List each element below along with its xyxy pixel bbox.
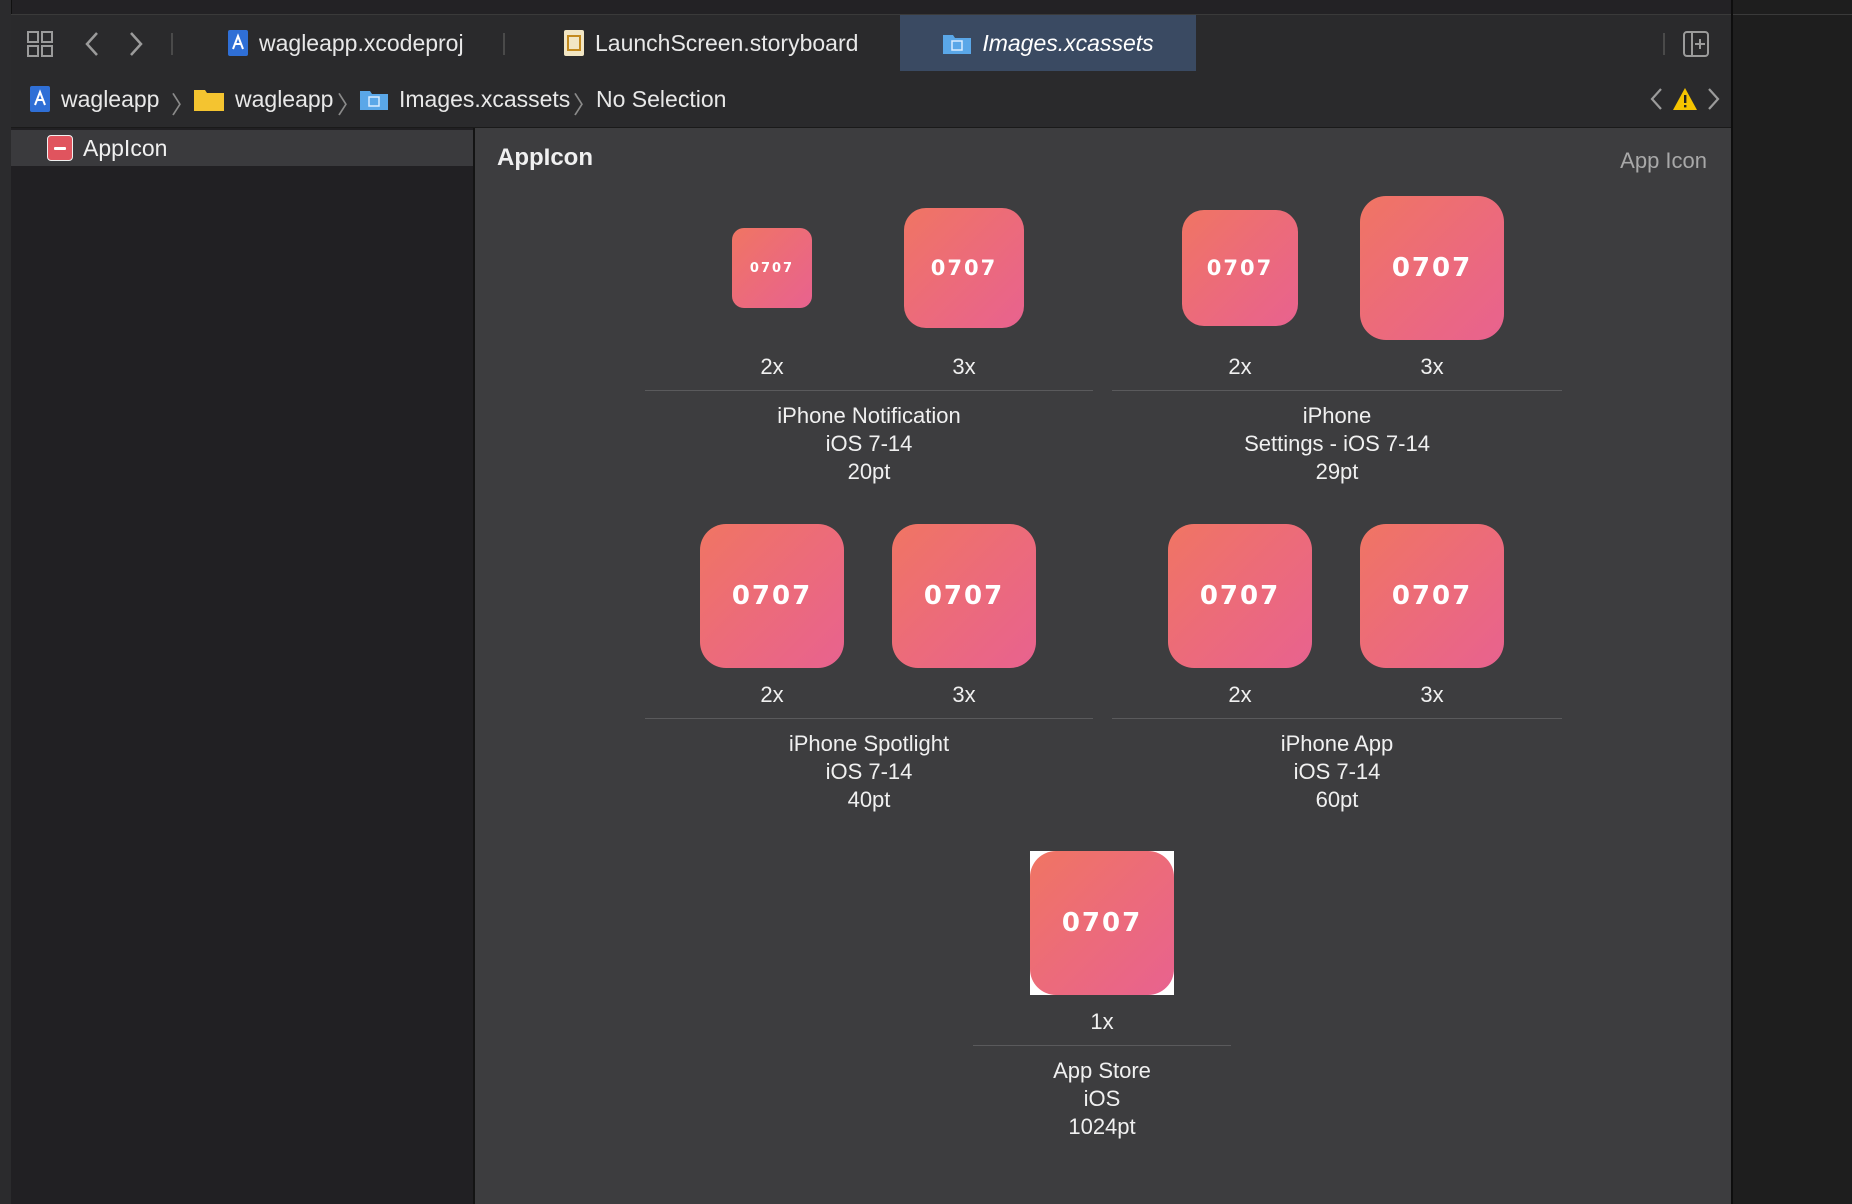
- group-label-spotlight: iPhone Spotlight iOS 7-14 40pt: [645, 730, 1093, 814]
- scale-label: 2x: [1228, 682, 1252, 707]
- chevron-right-icon: 〉: [573, 92, 597, 119]
- tab-images-xcassets[interactable]: Images.xcassets: [900, 15, 1196, 71]
- app-icon-image-slot[interactable]: 0707: [1182, 210, 1298, 326]
- asset-editor: AppIcon App Icon 0707 0707 2x 3x iPhone …: [475, 128, 1731, 1204]
- app-icon-image-slot[interactable]: 0707: [732, 228, 812, 308]
- tab-separator: [503, 33, 505, 55]
- breadcrumb-label: wagleapp: [61, 85, 160, 112]
- group-label-line: 40pt: [847, 787, 891, 812]
- group-label-line: iOS 7-14: [1293, 759, 1381, 784]
- group-label-app: iPhone App iOS 7-14 60pt: [1112, 730, 1562, 814]
- scale-label: 2x: [760, 682, 784, 707]
- tab-xcodeproj[interactable]: wagleapp.xcodeproj: [219, 15, 472, 71]
- group-label-line: 29pt: [1315, 459, 1359, 484]
- xcode-window: wagleapp.xcodeproj LaunchScreen.storyboa…: [0, 0, 1731, 1204]
- group-divider: [645, 390, 1093, 391]
- group-label-line: Settings - iOS 7-14: [1244, 431, 1430, 456]
- xcodeproj-icon: [29, 85, 51, 113]
- group-divider: [973, 1045, 1231, 1046]
- group-label-app-store: App Store iOS 1024pt: [973, 1057, 1231, 1141]
- asset-set-kind: App Icon: [1620, 148, 1707, 173]
- tab-label: LaunchScreen.storyboard: [595, 29, 859, 56]
- chevron-right-icon: 〉: [337, 92, 361, 119]
- group-label-line: iPhone App: [1280, 731, 1394, 756]
- app-icon-image-slot[interactable]: 0707: [700, 524, 844, 668]
- back-arrow-icon[interactable]: [75, 27, 109, 61]
- asset-set-title: AppIcon: [497, 144, 593, 171]
- group-label-line: iPhone Spotlight: [788, 731, 950, 756]
- related-items-grid-icon[interactable]: [23, 27, 57, 61]
- breadcrumb-folder[interactable]: wagleapp: [193, 71, 333, 127]
- tab-label: wagleapp.xcodeproj: [259, 29, 464, 56]
- chevron-right-icon: 〉: [171, 92, 195, 119]
- scale-label: 3x: [1420, 682, 1444, 707]
- breadcrumb-xcassets[interactable]: Images.xcassets: [359, 71, 570, 127]
- tab-separator: [1663, 33, 1665, 55]
- group-divider: [645, 718, 1093, 719]
- group-divider: [1112, 390, 1562, 391]
- jump-bar: wagleapp 〉 wagleapp 〉 Images.xcassets 〉 …: [11, 71, 1731, 128]
- next-issue-icon[interactable]: [1697, 82, 1731, 116]
- scale-label: 3x: [952, 682, 976, 707]
- app-icon-set-icon: [47, 135, 73, 161]
- app-icon-image-slot[interactable]: 0707: [1168, 524, 1312, 668]
- app-icon-image-slot[interactable]: 0707: [892, 524, 1036, 668]
- scale-label: 3x: [1420, 354, 1444, 379]
- xcodeproj-icon: [227, 29, 249, 57]
- app-icon-image-slot[interactable]: 0707: [1030, 851, 1174, 995]
- breadcrumb-project[interactable]: wagleapp: [29, 71, 159, 127]
- breadcrumb-label: No Selection: [596, 85, 727, 112]
- scale-label: 2x: [760, 354, 784, 379]
- tab-launchscreen[interactable]: LaunchScreen.storyboard: [555, 15, 866, 71]
- group-label-line: iPhone: [1302, 403, 1372, 428]
- navigator-item-label: AppIcon: [83, 134, 168, 161]
- divider: [1733, 14, 1852, 15]
- group-label-line: iPhone Notification: [777, 403, 961, 428]
- group-label-settings: iPhone Settings - iOS 7-14 29pt: [1112, 402, 1562, 486]
- breadcrumb-selection[interactable]: No Selection: [596, 71, 726, 127]
- asset-navigator: AppIcon: [11, 128, 475, 1204]
- group-label-line: iOS 7-14: [825, 759, 913, 784]
- group-label-line: App Store: [1053, 1058, 1151, 1083]
- app-icon-image-slot[interactable]: 0707: [1360, 524, 1504, 668]
- app-store-icon-well: 0707: [1030, 851, 1174, 995]
- asset-catalog-icon: [359, 87, 389, 111]
- navigator-item-appicon[interactable]: AppIcon: [11, 130, 473, 166]
- background-window-strip: [1731, 0, 1852, 1204]
- asset-catalog-icon: [942, 31, 972, 55]
- breadcrumb-label: Images.xcassets: [399, 85, 571, 112]
- group-label-line: 1024pt: [1068, 1114, 1136, 1139]
- breadcrumb-label: wagleapp: [235, 85, 334, 112]
- forward-arrow-icon[interactable]: [119, 27, 153, 61]
- scale-label: 1x: [1090, 1009, 1114, 1034]
- group-label-notification: iPhone Notification iOS 7-14 20pt: [645, 402, 1093, 486]
- group-label-line: iOS: [1083, 1086, 1121, 1111]
- scale-label: 3x: [952, 354, 976, 379]
- folder-icon: [193, 86, 225, 112]
- group-label-line: 20pt: [847, 459, 891, 484]
- storyboard-icon: [563, 29, 585, 57]
- tab-separator: [171, 33, 173, 55]
- app-icon-image-slot[interactable]: 0707: [1360, 196, 1504, 340]
- group-divider: [1112, 718, 1562, 719]
- add-editor-icon[interactable]: [1679, 27, 1713, 61]
- tab-label: Images.xcassets: [982, 29, 1154, 56]
- scale-label: 2x: [1228, 354, 1252, 379]
- tab-bar: wagleapp.xcodeproj LaunchScreen.storyboa…: [11, 14, 1731, 72]
- group-label-line: iOS 7-14: [825, 431, 913, 456]
- group-label-line: 60pt: [1315, 787, 1359, 812]
- app-icon-image-slot[interactable]: 0707: [904, 208, 1024, 328]
